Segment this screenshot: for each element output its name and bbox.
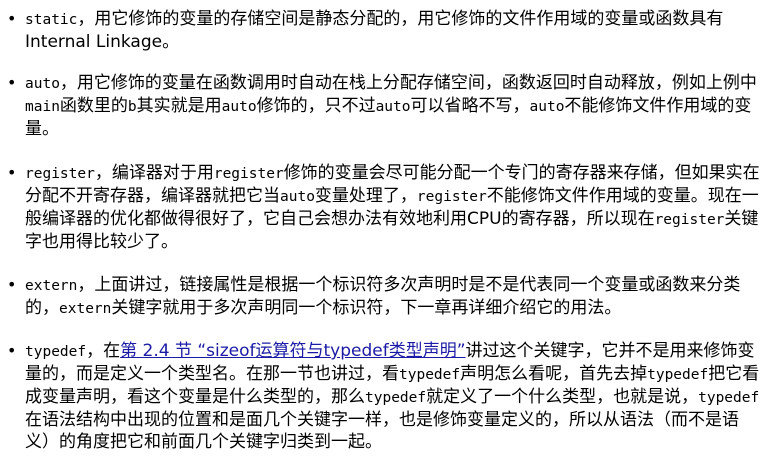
list-item-register: • register，编译器对于用register修饰的变量会尽可能分配一个专门… bbox=[7, 162, 760, 253]
bullet-icon: • bbox=[7, 341, 17, 360]
text-run: 修饰的，只不过 bbox=[256, 96, 376, 116]
text-run: 可以省略不写， bbox=[410, 96, 530, 116]
inline-code-keyword: static bbox=[25, 12, 78, 28]
text-run: ，用它修饰的变量在函数调用时自动在栈上分配存储空间，函数返回时自动释放，例如上例… bbox=[59, 73, 757, 93]
inline-code-keyword: main bbox=[25, 99, 60, 115]
inline-code-keyword: typedef bbox=[698, 390, 760, 406]
inline-code-keyword: auto bbox=[375, 99, 411, 115]
inline-code-keyword: auto bbox=[280, 189, 315, 205]
list-item-extern: • extern，上面讲过，链接属性是根据一个标识符多次声明时是不是代表同一个变… bbox=[7, 274, 760, 320]
inline-code-keyword: auto bbox=[529, 99, 565, 115]
list-item-text: register，编译器对于用register修饰的变量会尽可能分配一个专门的寄… bbox=[25, 163, 760, 252]
bullet-icon: • bbox=[7, 9, 17, 28]
text-run: 其实就是用 bbox=[136, 96, 222, 116]
inline-code-keyword: typedef bbox=[365, 390, 427, 406]
inline-code-keyword: register bbox=[416, 189, 487, 205]
section-link[interactable]: 第 2.4 节 “sizeof运算符与typedef类型声明” bbox=[120, 341, 465, 361]
list-item-static: • static，用它修饰的变量的存储空间是静态分配的，用它修饰的文件作用域的变… bbox=[7, 8, 760, 53]
inline-code-keyword: register bbox=[25, 166, 95, 182]
bullet-icon: • bbox=[7, 73, 17, 92]
text-run: ，编译器对于用 bbox=[94, 163, 214, 183]
text-run: 声明怎么看呢，首先去掉 bbox=[460, 364, 648, 384]
text-run: 在语法结构中出现的位置和是面几个关键字一样，也是修饰变量定义的，所以从语法（而不… bbox=[25, 410, 739, 452]
inline-code-keyword: register bbox=[654, 212, 725, 228]
inline-code-keyword: typedef bbox=[647, 367, 709, 383]
list-item-text: static，用它修饰的变量的存储空间是静态分配的，用它修饰的文件作用域的变量或… bbox=[25, 9, 723, 52]
text-run: ，用它修饰的变量的存储空间是静态分配的，用它修饰的文件作用域的变量或函数具有In… bbox=[25, 9, 724, 52]
list-item-text: auto，用它修饰的变量在函数调用时自动在栈上分配存储空间，函数返回时自动释放，… bbox=[25, 73, 757, 139]
list-item-text: extern，上面讲过，链接属性是根据一个标识符多次声明时是不是代表同一个变量或… bbox=[25, 275, 740, 318]
bullet-icon: • bbox=[7, 275, 17, 294]
bullet-icon: • bbox=[7, 163, 17, 182]
inline-code-keyword: extern bbox=[59, 301, 112, 317]
list-item-typedef: • typedef，在第 2.4 节 “sizeof运算符与typedef类型声… bbox=[7, 340, 760, 453]
inline-code-keyword: auto bbox=[221, 99, 257, 115]
text-run: 函数里的 bbox=[59, 96, 128, 116]
inline-code-keyword: typedef bbox=[25, 344, 87, 360]
inline-code-keyword: b bbox=[127, 99, 137, 115]
text-run: ，在 bbox=[86, 341, 121, 361]
inline-code-keyword: auto bbox=[25, 76, 60, 92]
inline-code-keyword: typedef bbox=[399, 367, 461, 383]
list-item-text: typedef，在第 2.4 节 “sizeof运算符与typedef类型声明”… bbox=[25, 341, 759, 452]
text-run: 关键字就用于多次声明同一个标识符，下一章再详细介绍它的用法。 bbox=[111, 298, 622, 318]
inline-code-keyword: extern bbox=[25, 278, 78, 294]
text-run: 变量处理了， bbox=[314, 186, 417, 206]
list-item-auto: • auto，用它修饰的变量在函数调用时自动在栈上分配存储空间，函数返回时自动释… bbox=[7, 72, 760, 140]
text-run: 就定义了一个什么类型，也就是说， bbox=[426, 387, 699, 407]
inline-code-keyword: register bbox=[213, 166, 284, 182]
